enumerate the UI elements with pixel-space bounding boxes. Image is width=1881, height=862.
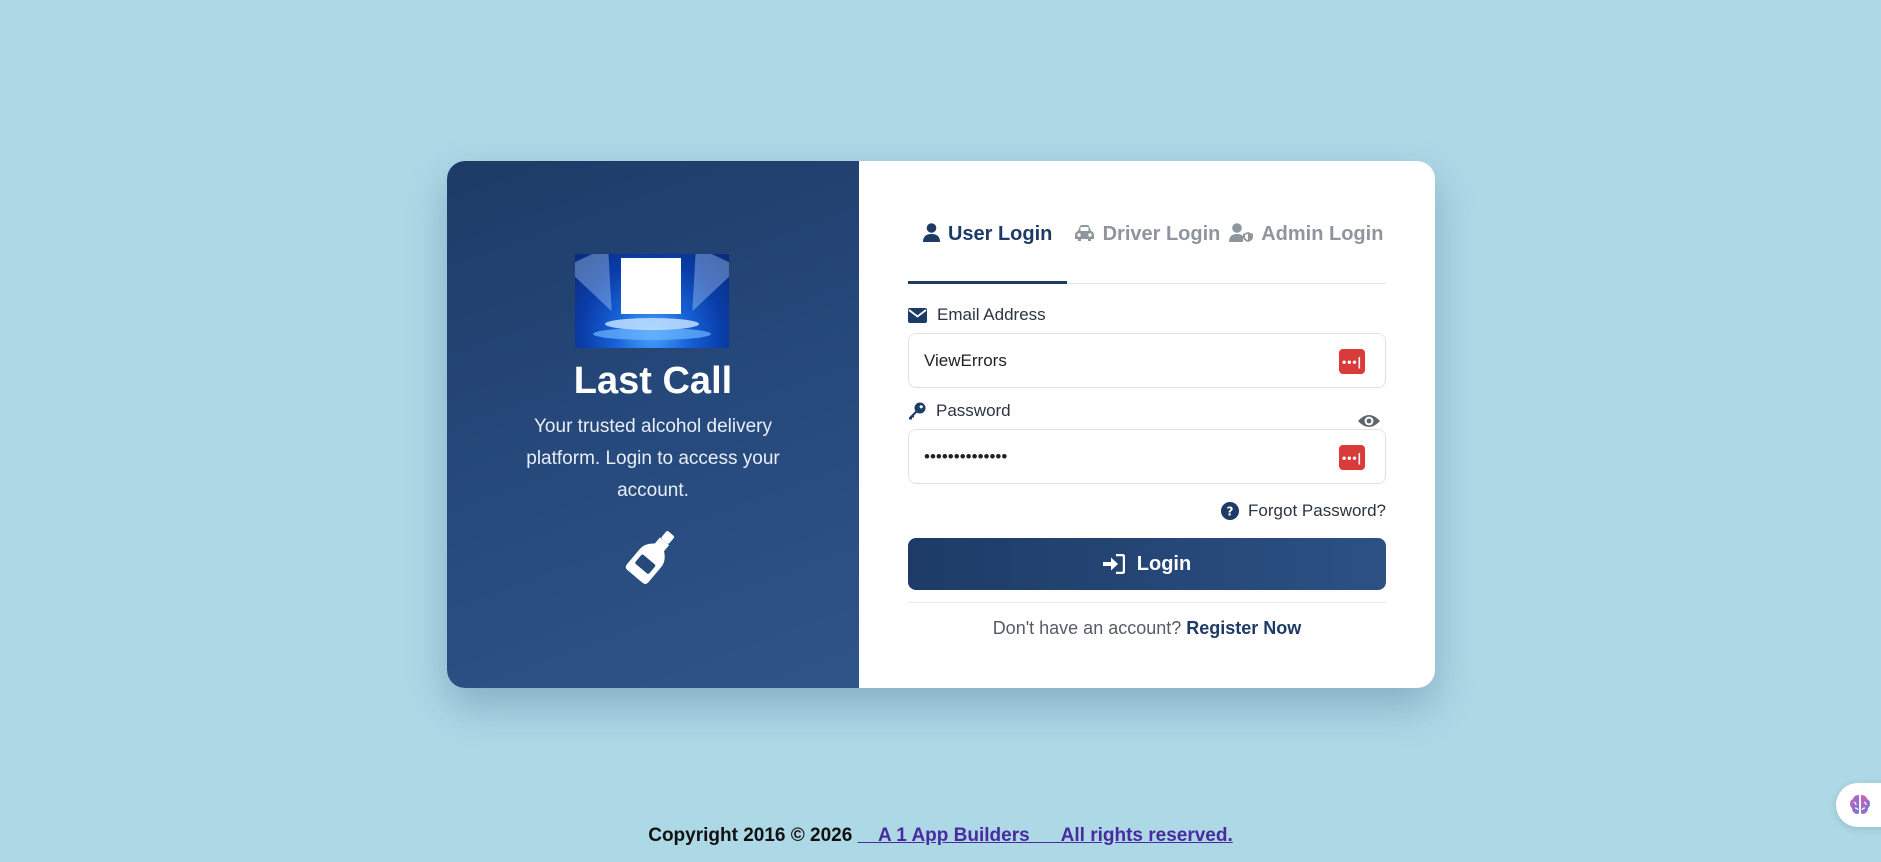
- login-tabs: User Login Driver Login Admin Login: [908, 221, 1386, 284]
- wine-bottle-icon: [625, 531, 675, 585]
- tab-driver-login-label: Driver Login: [1102, 223, 1221, 245]
- password-field[interactable]: [909, 430, 1385, 483]
- login-button[interactable]: Login: [908, 538, 1386, 590]
- login-card: Last Call Your trusted alcohol delivery …: [447, 161, 1435, 688]
- email-label: Email Address: [908, 305, 1046, 325]
- assistant-widget-button[interactable]: [1836, 783, 1881, 827]
- user-shield-icon: [1229, 223, 1254, 242]
- register-now-link[interactable]: Register Now: [1186, 618, 1301, 638]
- password-label-text: Password: [936, 401, 1011, 420]
- eye-icon[interactable]: [1357, 411, 1381, 431]
- login-form: User Login Driver Login Admin Login Emai…: [859, 161, 1435, 688]
- register-prompt: Don't have an account? Register Now: [908, 618, 1386, 639]
- footer-link[interactable]: A 1 App Builders All rights reserved.: [858, 825, 1233, 846]
- user-icon: [922, 223, 940, 242]
- forgot-password-text: Forgot Password?: [1248, 501, 1386, 520]
- brain-icon: [1850, 795, 1870, 814]
- brand-title: Last Call: [573, 360, 733, 402]
- password-manager-icon[interactable]: •••|: [1339, 349, 1365, 374]
- password-field-wrapper: •••|: [908, 429, 1386, 484]
- tab-admin-login[interactable]: Admin Login: [1227, 221, 1386, 283]
- question-circle-icon: ?: [1221, 502, 1240, 520]
- svg-text:?: ?: [1227, 505, 1234, 519]
- password-manager-icon[interactable]: •••|: [1339, 445, 1365, 470]
- key-icon: [909, 402, 926, 420]
- tab-admin-login-label: Admin Login: [1261, 223, 1384, 245]
- envelope-icon: [908, 307, 927, 323]
- brand-logo-image: [575, 254, 729, 348]
- tab-user-login[interactable]: User Login: [908, 221, 1068, 284]
- footer-copyright: Copyright 2016 © 2026: [648, 825, 853, 846]
- email-field[interactable]: [909, 334, 1385, 387]
- brand-panel: Last Call Your trusted alcohol delivery …: [447, 161, 859, 688]
- footer: Copyright 2016 © 2026 A 1 App Builders A…: [0, 825, 1881, 847]
- sign-in-icon: [1102, 554, 1125, 574]
- login-button-label: Login: [1136, 552, 1192, 575]
- email-label-text: Email Address: [937, 305, 1046, 324]
- brand-description: Your trusted alcohol delivery platform. …: [526, 416, 780, 501]
- tab-driver-login[interactable]: Driver Login: [1067, 221, 1226, 283]
- forgot-password-link[interactable]: ? Forgot Password?: [1221, 501, 1386, 521]
- register-prompt-text: Don't have an account?: [992, 618, 1182, 638]
- divider: [908, 602, 1386, 603]
- email-field-wrapper: •••|: [908, 333, 1386, 388]
- car-icon: [1074, 225, 1094, 241]
- password-label: Password: [908, 401, 1011, 421]
- tab-user-login-label: User Login: [947, 223, 1053, 245]
